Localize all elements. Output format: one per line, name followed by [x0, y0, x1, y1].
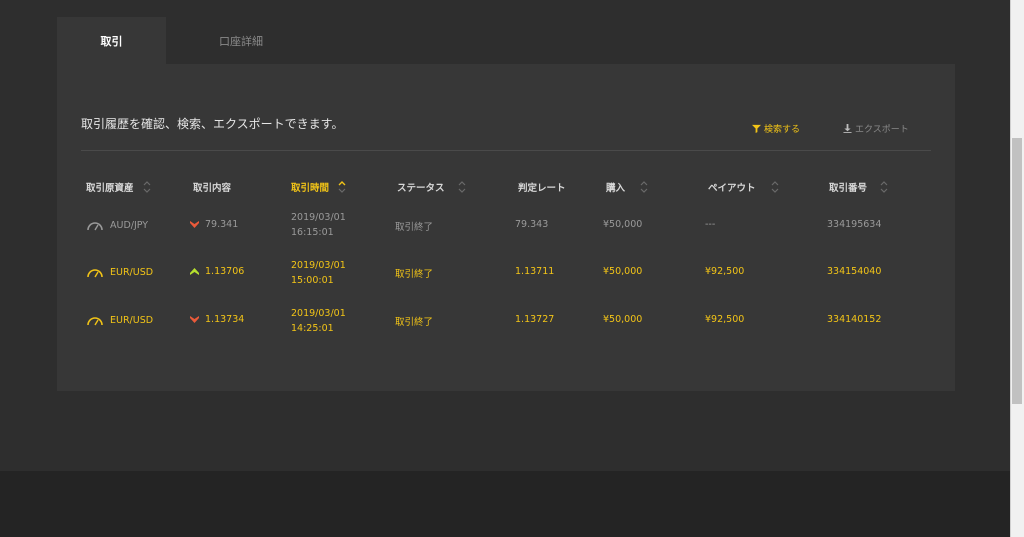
download-icon — [843, 124, 852, 133]
arrow-up-icon — [190, 268, 199, 275]
status-label: 取引終了 — [395, 269, 434, 280]
payout-amount: ¥92,500 — [705, 266, 745, 277]
trade-number: 334154040 — [827, 266, 882, 277]
purchase-cell: ¥50,000 — [603, 219, 642, 230]
trade-number-cell: 334195634 — [827, 219, 881, 230]
asset-cell: EUR/USD — [86, 266, 153, 278]
judge-rate-cell: 79.343 — [515, 219, 548, 230]
content-cell: 1.13734 — [190, 314, 244, 325]
column-header-status[interactable]: ステータス — [397, 180, 467, 194]
column-header-label: 取引内容 — [193, 183, 232, 194]
arrow-down-icon — [190, 316, 199, 323]
time-cell: 2019/03/01 15:00:01 — [291, 258, 346, 288]
purchase-amount: ¥50,000 — [603, 219, 643, 230]
status-cell: 取引終了 — [395, 219, 433, 233]
export-button[interactable]: エクスポート — [843, 122, 909, 135]
sort-icon — [771, 181, 778, 193]
scrollbar[interactable] — [1010, 0, 1024, 537]
sort-icon-active — [338, 181, 346, 193]
tab-account-details[interactable]: 口座詳細 — [166, 17, 316, 64]
column-header-trade-number[interactable]: 取引番号 — [829, 180, 889, 194]
column-header-asset[interactable]: 取引原資産 — [86, 180, 152, 194]
search-button[interactable]: 検索する — [752, 122, 800, 135]
time-cell: 2019/03/01 16:15:01 — [291, 210, 346, 240]
column-header-label: 取引原資産 — [86, 183, 134, 194]
tab-bar: 取引 口座詳細 — [57, 17, 316, 64]
column-header-label: 取引番号 — [829, 183, 868, 194]
asset-label: EUR/USD — [110, 314, 154, 326]
gauge-icon — [87, 222, 103, 231]
asset-cell: AUD/JPY — [86, 219, 148, 231]
trade-date: 2019/03/01 — [291, 212, 346, 223]
filter-icon — [752, 124, 761, 133]
panel-description: 取引履歴を確認、検索、エクスポートできます。 — [81, 117, 344, 131]
asset-cell: EUR/USD — [86, 314, 153, 326]
column-header-judge-rate[interactable]: 判定レート — [518, 180, 566, 194]
sort-icon — [880, 181, 888, 193]
gauge-icon — [87, 269, 103, 278]
scrollbar-thumb[interactable] — [1012, 138, 1022, 404]
trade-number-cell: 334140152 — [827, 314, 881, 325]
gauge-icon — [87, 317, 103, 326]
trade-number-cell: 334154040 — [827, 266, 881, 277]
trade-time: 14:25:01 — [291, 323, 334, 334]
trade-time: 15:00:01 — [291, 275, 334, 286]
trade-time: 16:15:01 — [291, 227, 334, 238]
trade-number: 334195634 — [827, 219, 882, 230]
judge-rate: 1.13727 — [515, 314, 555, 325]
column-header-label: 取引時間 — [291, 183, 330, 194]
column-header-payout[interactable]: ペイアウト — [708, 180, 780, 194]
trade-number: 334140152 — [827, 314, 882, 325]
purchase-amount: ¥50,000 — [603, 314, 643, 325]
search-button-label: 検索する — [764, 125, 801, 135]
column-header-label: ステータス — [397, 183, 445, 194]
asset-label: EUR/USD — [110, 266, 154, 278]
scrollbar-border — [1010, 0, 1011, 537]
sort-icon — [458, 181, 465, 193]
entry-rate: 1.13734 — [205, 314, 245, 325]
content-cell: 79.341 — [190, 219, 238, 230]
status-label: 取引終了 — [395, 317, 434, 328]
status-cell: 取引終了 — [395, 314, 433, 328]
export-button-label: エクスポート — [855, 125, 909, 135]
judge-rate: 79.343 — [515, 219, 549, 230]
column-header-label: 判定レート — [518, 183, 566, 194]
purchase-amount: ¥50,000 — [603, 266, 643, 277]
payout-amount: --- — [705, 219, 716, 230]
column-header-purchase[interactable]: 購入 — [606, 180, 649, 194]
arrow-down-icon — [190, 221, 199, 228]
column-header-label: ペイアウト — [708, 183, 756, 194]
footer — [0, 471, 1010, 537]
time-cell: 2019/03/01 14:25:01 — [291, 306, 346, 336]
purchase-cell: ¥50,000 — [603, 314, 642, 325]
content-cell: 1.13706 — [190, 266, 244, 277]
tab-trades[interactable]: 取引 — [57, 17, 166, 64]
column-header-label: 購入 — [606, 183, 626, 194]
sort-icon — [640, 181, 648, 193]
entry-rate: 79.341 — [205, 219, 239, 230]
trade-date: 2019/03/01 — [291, 260, 346, 271]
payout-cell: ¥92,500 — [705, 314, 744, 325]
asset-label: AUD/JPY — [110, 219, 149, 231]
entry-rate: 1.13706 — [205, 266, 245, 277]
trade-history-panel: 取引履歴を確認、検索、エクスポートできます。 検索する エクスポート 取引原資産… — [57, 64, 955, 391]
purchase-cell: ¥50,000 — [603, 266, 642, 277]
payout-amount: ¥92,500 — [705, 314, 745, 325]
divider — [81, 150, 931, 151]
sort-icon — [143, 181, 150, 193]
payout-cell: --- — [705, 219, 715, 230]
column-header-time[interactable]: 取引時間 — [291, 180, 347, 194]
payout-cell: ¥92,500 — [705, 266, 744, 277]
column-header-content[interactable]: 取引内容 — [193, 180, 231, 194]
judge-rate-cell: 1.13727 — [515, 314, 554, 325]
judge-rate-cell: 1.13711 — [515, 266, 554, 277]
trade-date: 2019/03/01 — [291, 308, 346, 319]
status-label: 取引終了 — [395, 222, 434, 233]
judge-rate: 1.13711 — [515, 266, 555, 277]
status-cell: 取引終了 — [395, 266, 433, 280]
